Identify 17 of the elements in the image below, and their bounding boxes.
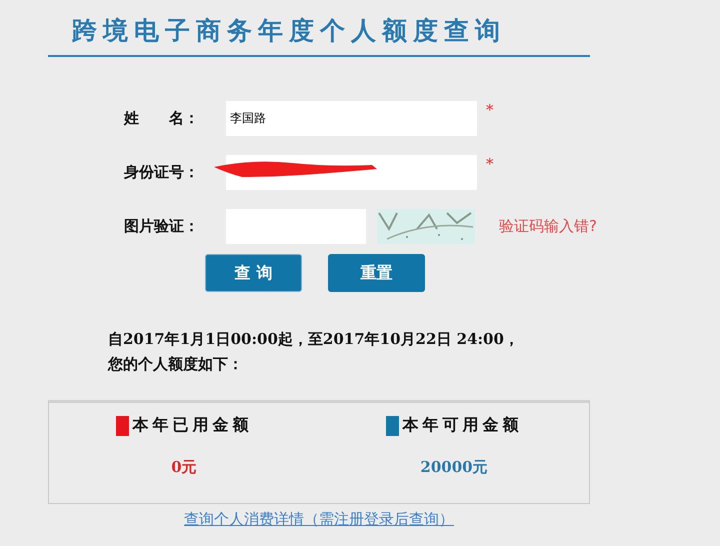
required-mark: * — [486, 155, 494, 173]
amount-value: 20000元 — [420, 458, 488, 477]
legend-label: 本年已用金额 — [132, 415, 252, 436]
page-title: 跨境电子商务年度个人额度查询 — [72, 15, 507, 47]
field-label: 身份证号： — [124, 163, 200, 182]
field-label: 姓 名： — [124, 109, 200, 128]
amount-value: 0元 — [171, 458, 197, 477]
details-link[interactable]: 查询个人消费详情（需注册登录后查询） — [184, 510, 454, 529]
summary-text: 自2017年1月1日00:00起，至2017年10月22日 24:00， — [108, 330, 520, 349]
captcha-error-link[interactable]: 验证码输入错? — [499, 217, 597, 236]
reset-button[interactable]: 重置 — [328, 254, 425, 292]
input-field[interactable]: 李国路 — [226, 101, 477, 136]
field-label: 图片验证： — [124, 217, 200, 236]
required-mark: * — [486, 101, 494, 119]
query-button[interactable]: 查 询 — [205, 254, 302, 292]
summary-text: 您的个人额度如下： — [108, 355, 244, 374]
legend-label: 本年可用金额 — [402, 415, 522, 436]
